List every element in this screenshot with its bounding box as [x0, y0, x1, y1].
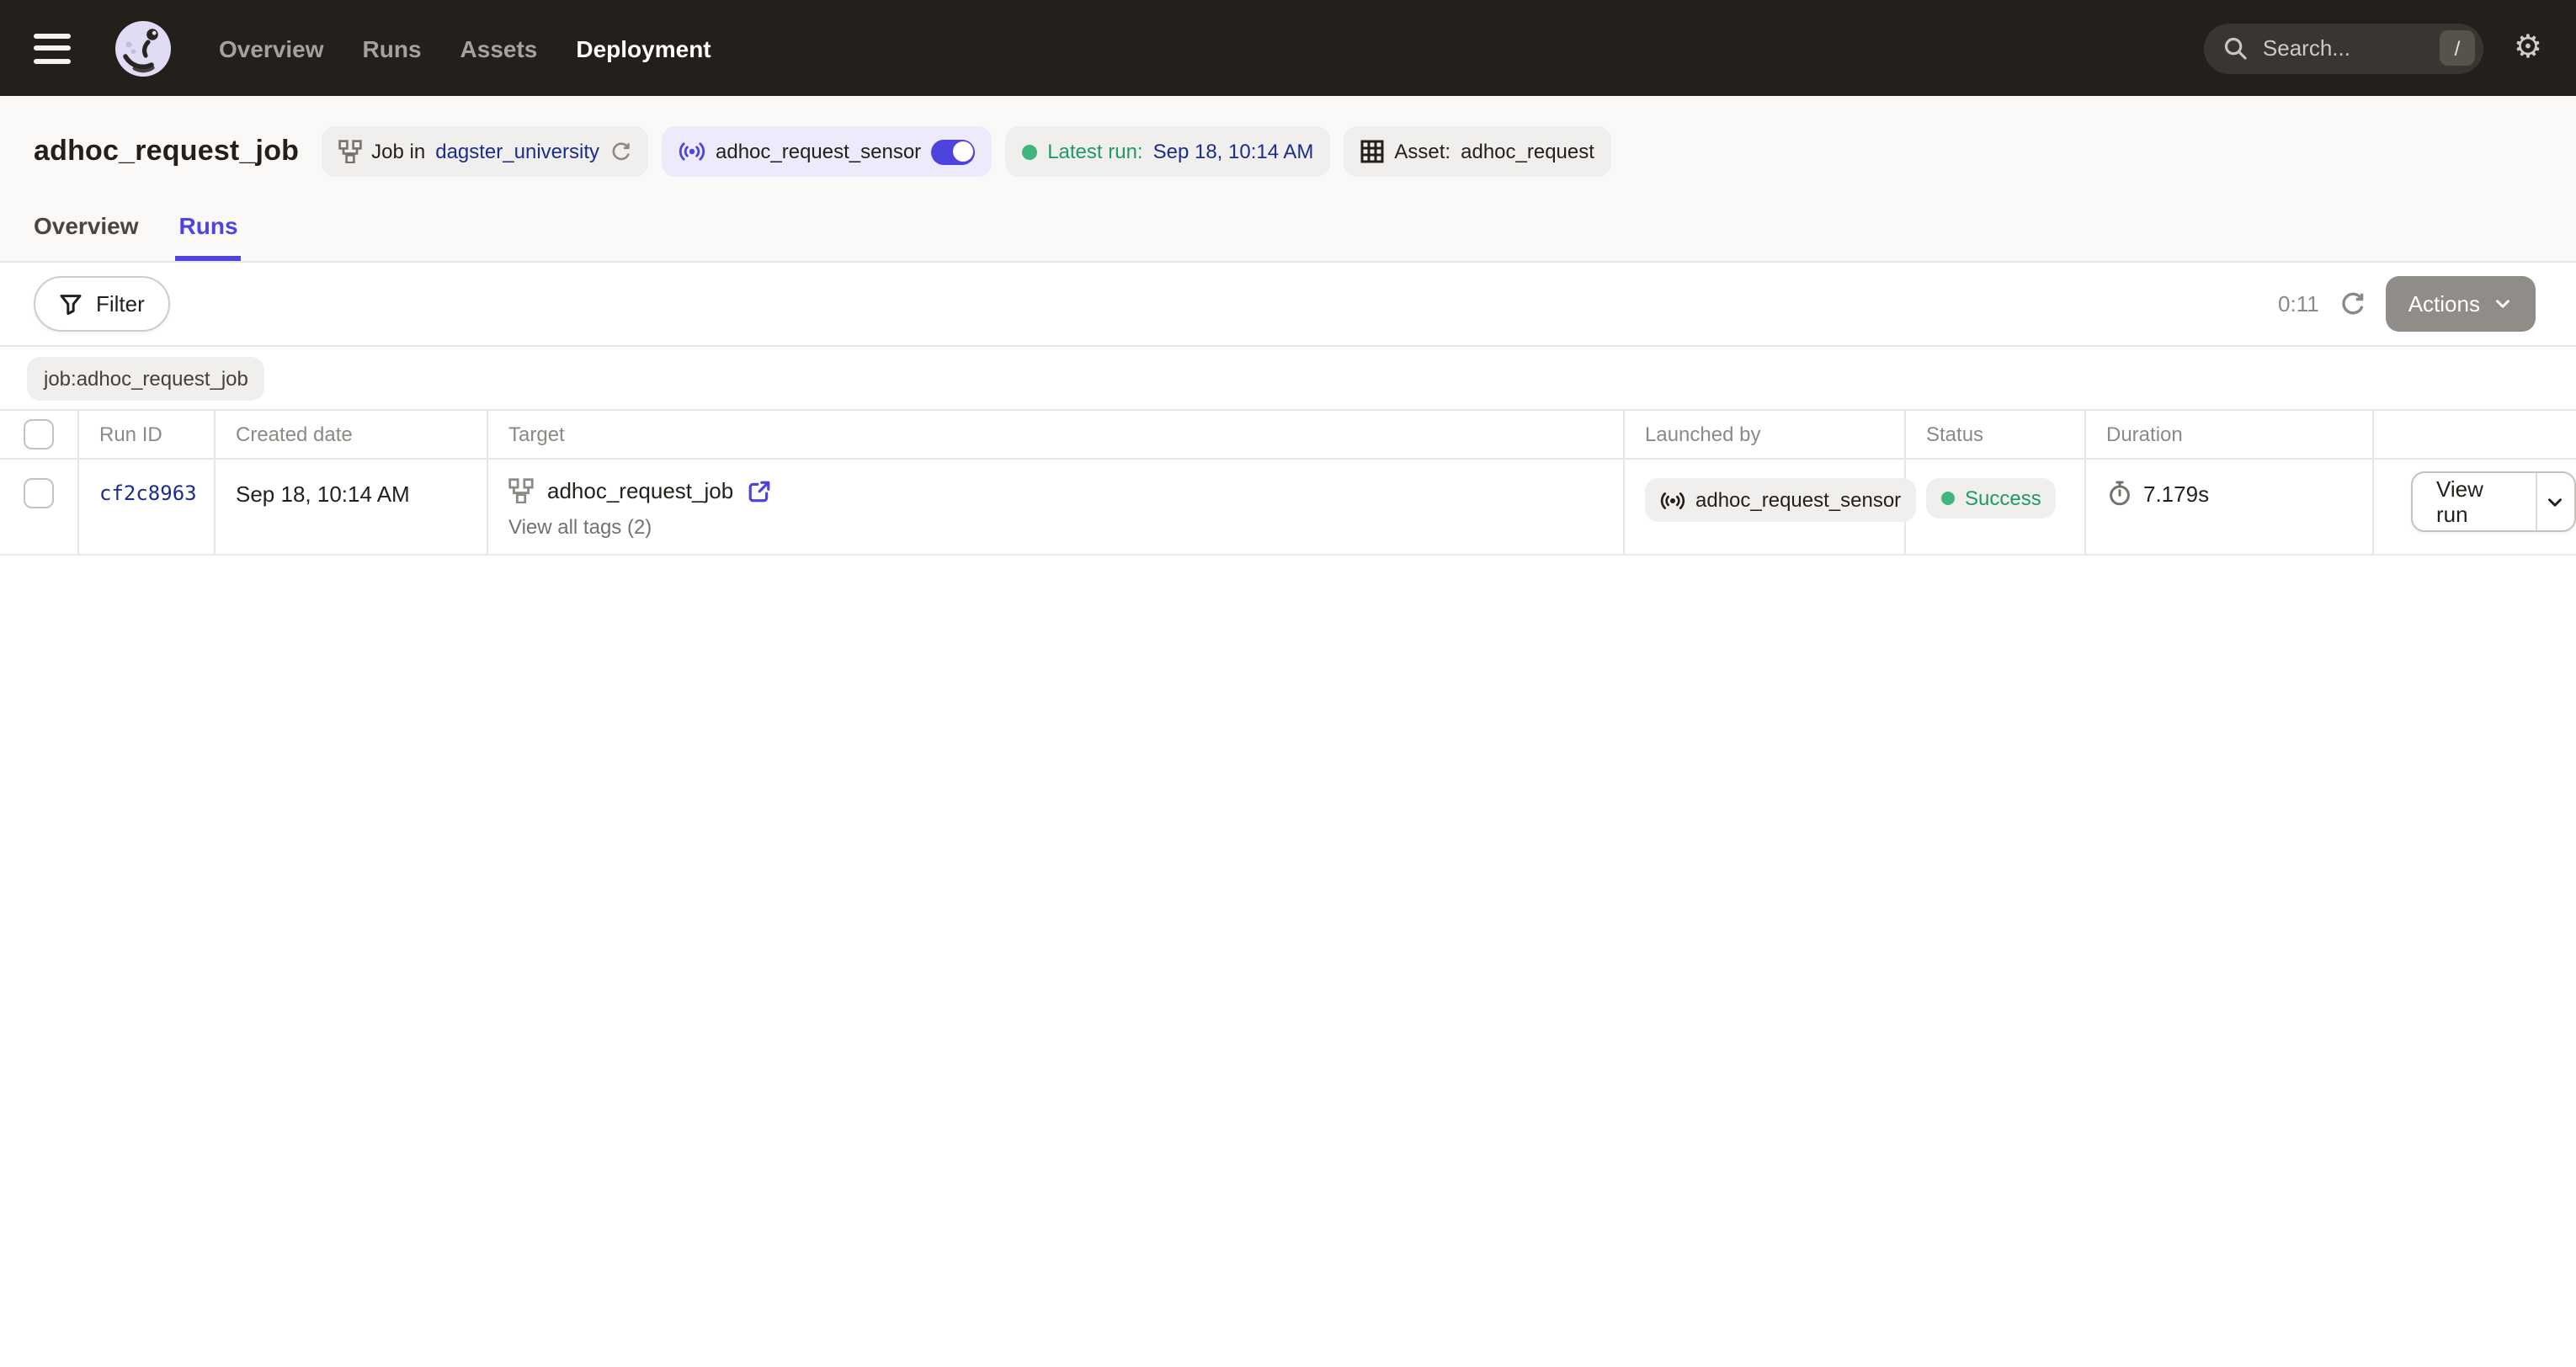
runs-toolbar: Filter 0:11 Actions: [0, 263, 2576, 347]
col-run-id: Run ID: [79, 411, 216, 458]
filter-button[interactable]: Filter: [34, 276, 170, 332]
job-graph-icon: [338, 140, 361, 163]
top-nav: Overview Runs Assets Deployment / ⚙: [0, 0, 2576, 96]
actions-button[interactable]: Actions: [2387, 276, 2536, 332]
title-row: adhoc_request_job Job in dagster_univers…: [34, 96, 2542, 177]
launched-by-label: adhoc_request_sensor: [1695, 488, 1901, 512]
filter-button-label: Filter: [96, 291, 145, 316]
reload-icon[interactable]: [609, 141, 631, 162]
header-badges: Job in dagster_university adhoc_request_…: [321, 126, 1611, 177]
refresh-countdown: 0:11: [2278, 291, 2319, 316]
select-all-checkbox[interactable]: [24, 419, 54, 449]
sensor-badge-label: adhoc_request_sensor: [716, 140, 921, 163]
tab-runs[interactable]: Runs: [179, 212, 238, 261]
nav-item-deployment[interactable]: Deployment: [569, 24, 717, 72]
nav-item-assets[interactable]: Assets: [454, 24, 545, 72]
asset-badge[interactable]: Asset: adhoc_request: [1344, 126, 1611, 177]
sensor-icon: [1660, 487, 1685, 513]
view-run-split-button: View run: [2411, 471, 2576, 532]
hamburger-menu-icon[interactable]: [34, 33, 71, 63]
created-date: Sep 18, 10:14 AM: [236, 481, 410, 507]
job-badge: Job in dagster_university: [321, 126, 648, 177]
filter-tag[interactable]: job:adhoc_request_job: [27, 356, 265, 400]
sensor-icon: [679, 138, 705, 165]
search-box[interactable]: /: [2204, 23, 2483, 73]
refresh-icon[interactable]: [2339, 290, 2366, 317]
filter-tag-row: job:adhoc_request_job: [0, 347, 2576, 411]
sensor-toggle[interactable]: [931, 139, 975, 164]
latest-run-link[interactable]: Sep 18, 10:14 AM: [1153, 140, 1314, 163]
status-badge: Success: [1926, 478, 2057, 519]
table-row: cf2c8963 Sep 18, 10:14 AM adhoc_request_…: [0, 460, 2576, 556]
status-dot-icon: [1941, 492, 1955, 505]
nav-item-runs[interactable]: Runs: [356, 24, 428, 72]
page-header: adhoc_request_job Job in dagster_univers…: [0, 96, 2576, 263]
tabs: Overview Runs: [34, 212, 238, 261]
sensor-badge: adhoc_request_sensor: [662, 126, 992, 177]
funnel-icon: [59, 292, 82, 316]
toolbar-right: 0:11 Actions: [2278, 276, 2536, 332]
page-title: adhoc_request_job: [34, 135, 299, 168]
dagster-logo[interactable]: [114, 19, 172, 77]
search-shortcut-key: /: [2440, 30, 2475, 66]
nav-item-overview[interactable]: Overview: [212, 24, 331, 72]
launched-by-pill[interactable]: adhoc_request_sensor: [1645, 478, 1916, 522]
search-input[interactable]: [2259, 34, 2428, 62]
success-dot-icon: [1022, 144, 1037, 159]
asset-grid-icon: [1360, 140, 1384, 163]
view-run-button[interactable]: View run: [2413, 473, 2536, 530]
actions-button-label: Actions: [2408, 291, 2480, 316]
col-status: Status: [1906, 411, 2086, 458]
job-graph-icon: [508, 478, 534, 503]
duration-value: 7.179s: [2143, 481, 2209, 506]
col-duration: Duration: [2086, 411, 2374, 458]
col-target: Target: [488, 411, 1625, 458]
tab-overview[interactable]: Overview: [34, 212, 139, 261]
latest-run-badge: Latest run: Sep 18, 10:14 AM: [1005, 126, 1330, 177]
view-run-caret[interactable]: [2536, 473, 2574, 530]
col-launched-by: Launched by: [1625, 411, 1906, 458]
view-all-tags-link[interactable]: View all tags (2): [508, 515, 652, 539]
asset-badge-value: adhoc_request: [1461, 140, 1594, 163]
stopwatch-icon: [2106, 480, 2133, 507]
run-id-link[interactable]: cf2c8963: [99, 481, 197, 505]
external-link-icon[interactable]: [747, 479, 770, 503]
target-job-name: adhoc_request_job: [547, 478, 733, 503]
col-created-date: Created date: [216, 411, 488, 458]
search-icon: [2222, 35, 2248, 61]
settings-gear-icon[interactable]: ⚙: [2514, 32, 2542, 64]
row-checkbox[interactable]: [24, 478, 54, 508]
job-badge-prefix: Job in: [371, 140, 425, 163]
app-viewport: Overview Runs Assets Deployment / ⚙ adho…: [0, 0, 2576, 1367]
table-header: Run ID Created date Target Launched by S…: [0, 411, 2576, 460]
code-location-link[interactable]: dagster_university: [435, 140, 599, 163]
latest-run-label: Latest run:: [1047, 140, 1142, 163]
nav-links: Overview Runs Assets Deployment: [212, 24, 718, 72]
chevron-down-icon: [2492, 293, 2514, 315]
status-label: Success: [1965, 487, 2041, 510]
asset-badge-label: Asset:: [1394, 140, 1450, 163]
